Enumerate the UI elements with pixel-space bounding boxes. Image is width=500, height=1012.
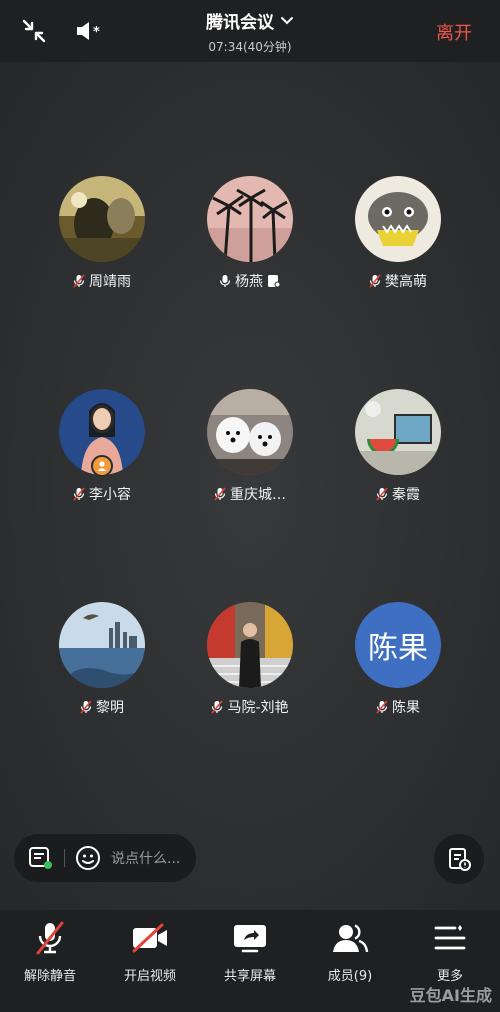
members-icon	[333, 924, 369, 953]
participant-tile[interactable]: 秦霞	[323, 389, 473, 504]
participant-tile[interactable]: 李小容	[27, 389, 177, 504]
meeting-title[interactable]: 腾讯会议	[206, 8, 294, 33]
participant-name: 马院-刘艳	[227, 700, 289, 716]
more-icon	[434, 925, 466, 950]
collapse-icon[interactable]	[17, 14, 51, 48]
toolbar-label: 成员(9)	[327, 969, 373, 984]
mic-muted-icon	[211, 700, 224, 714]
participant-tile[interactable]: 陈果 陈果	[323, 602, 473, 717]
participant-tile[interactable]: 黎明	[27, 602, 177, 717]
watermark: 豆包AI生成	[409, 986, 492, 1005]
emoji-icon[interactable]	[75, 845, 101, 871]
video-off-icon	[132, 923, 167, 953]
share-screen-icon	[234, 925, 266, 953]
mic-muted-icon	[73, 487, 85, 501]
meeting-notes-button[interactable]	[434, 834, 484, 884]
participant-tile[interactable]: 杨燕	[175, 176, 325, 291]
mic-muted-icon	[80, 700, 92, 714]
top-bar: * 腾讯会议 07:34(40分钟) 离开	[0, 0, 500, 62]
mic-muted-icon	[369, 274, 381, 288]
speaker-icon[interactable]: *	[72, 14, 106, 48]
avatar	[59, 176, 145, 262]
chat-input-bar[interactable]: 说点什么...	[14, 834, 196, 882]
avatar	[207, 389, 293, 475]
mic-muted-icon	[214, 487, 226, 501]
avatar	[59, 602, 145, 688]
start-video-button[interactable]: 开启视频	[100, 920, 200, 984]
participant-name: 樊高萌	[385, 274, 427, 290]
avatar	[355, 176, 441, 262]
more-button[interactable]: 更多	[400, 920, 500, 984]
share-screen-button[interactable]: 共享屏幕	[200, 920, 300, 984]
participant-name: 陈果	[392, 700, 420, 716]
avatar	[207, 176, 293, 262]
avatar	[59, 389, 145, 477]
svg-text:*: *	[93, 25, 100, 40]
participant-tile[interactable]: 马院-刘艳	[175, 602, 325, 717]
mic-icon	[219, 275, 231, 287]
participant-grid: 周靖雨 杨燕 樊高萌 李小容 重庆城… 秦霞 黎明 马院-刘艳 陈果 陈果	[0, 62, 500, 910]
meeting-title-text: 腾讯会议	[206, 13, 274, 33]
meeting-title-area[interactable]: 腾讯会议 07:34(40分钟)	[150, 8, 350, 55]
toolbar-label: 开启视频	[123, 969, 176, 984]
document-icon	[268, 275, 281, 288]
participant-name: 重庆城…	[230, 487, 286, 503]
participant-name: 秦霞	[392, 487, 420, 503]
participant-tile[interactable]: 重庆城…	[175, 389, 325, 504]
leave-button[interactable]: 离开	[436, 19, 472, 45]
avatar	[207, 602, 293, 688]
chat-placeholder[interactable]: 说点什么...	[111, 848, 180, 868]
divider	[64, 849, 65, 867]
participant-name: 周靖雨	[89, 274, 131, 290]
avatar: 陈果	[355, 602, 441, 688]
avatar-text: 陈果	[368, 631, 428, 666]
chevron-down-icon	[281, 16, 293, 24]
participant-tile[interactable]: 樊高萌	[323, 176, 473, 291]
host-badge-icon	[91, 455, 113, 477]
unmute-button[interactable]: 解除静音	[0, 920, 100, 984]
participant-name: 杨燕	[235, 274, 263, 290]
bottom-toolbar: 解除静音 开启视频 共享屏幕 成员(9) 更多 豆包AI生成	[0, 910, 500, 1012]
toolbar-label: 解除静音	[23, 969, 76, 984]
meeting-duration: 07:34(40分钟)	[208, 40, 292, 54]
mic-muted-icon	[376, 700, 388, 714]
avatar	[355, 389, 441, 475]
notes-icon	[449, 848, 471, 871]
mic-muted-icon	[73, 274, 85, 288]
chat-list-icon[interactable]	[28, 846, 54, 870]
participant-name: 李小容	[89, 487, 131, 503]
mic-muted-icon	[36, 921, 64, 955]
mic-muted-icon	[376, 487, 388, 501]
participant-name: 黎明	[96, 700, 124, 716]
toolbar-label: 共享屏幕	[223, 969, 276, 984]
members-button[interactable]: 成员(9)	[300, 920, 400, 984]
participant-tile[interactable]: 周靖雨	[27, 176, 177, 291]
